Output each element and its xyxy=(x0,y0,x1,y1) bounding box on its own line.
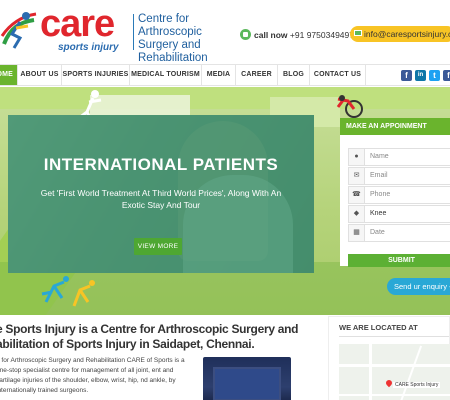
user-icon: ● xyxy=(349,149,365,165)
logo-tagline: sports injury xyxy=(58,42,119,53)
slide-title: INTERNATIONAL PATIENTS xyxy=(43,155,279,174)
logo-divider xyxy=(133,14,134,50)
nav-career[interactable]: CAREER xyxy=(236,65,278,85)
call-number[interactable]: +91 9750349497 xyxy=(290,30,354,40)
runners-silhouette-icon xyxy=(41,276,95,307)
cyclist-silhouette-icon xyxy=(336,95,363,118)
call-label: call now xyxy=(254,30,288,40)
email-placeholder[interactable]: Email xyxy=(370,168,388,184)
date-placeholder[interactable]: Date xyxy=(370,225,385,241)
map-road xyxy=(397,345,423,400)
logo-wordmark[interactable]: care xyxy=(40,2,115,46)
phone-placeholder[interactable]: Phone xyxy=(370,187,390,203)
injury-value[interactable]: Knee xyxy=(370,206,386,222)
nav-home[interactable]: HOME xyxy=(0,65,18,85)
intro-photo-screen xyxy=(213,367,281,400)
location-map[interactable]: CARE Sports Injury xyxy=(339,344,450,400)
mail-icon: ✉ xyxy=(349,168,365,184)
email-link[interactable]: info@caresportsinjury.co xyxy=(350,26,450,42)
site-header: care sports injury Centre for Arthroscop… xyxy=(0,0,450,64)
nav-medical-tourism[interactable]: MEDICAL TOURISM xyxy=(130,65,202,85)
map-road xyxy=(339,394,450,396)
logo-title: Centre for Arthroscopic Surgery and Reha… xyxy=(138,13,208,64)
phone-field[interactable]: ☎ Phone xyxy=(348,186,450,204)
email-address[interactable]: info@caresportsinjury.co xyxy=(364,29,450,39)
phone-icon: ☎ xyxy=(349,187,365,203)
hero-band xyxy=(0,87,450,109)
nav-sports-injuries[interactable]: SPORTS INJURIES xyxy=(62,65,130,85)
nav-about-us[interactable]: ABOUT US xyxy=(18,65,62,85)
facebook-icon[interactable]: f xyxy=(443,70,450,81)
slide-subtitle: Get 'First World Treatment At Third Worl… xyxy=(40,188,282,210)
nav-media[interactable]: MEDIA xyxy=(202,65,236,85)
date-field[interactable]: ▦ Date xyxy=(348,224,450,242)
twitter-icon[interactable]: t xyxy=(429,70,440,81)
nav-contact-us[interactable]: CONTACT US xyxy=(310,65,366,85)
map-road xyxy=(339,364,450,367)
mail-icon xyxy=(354,30,362,36)
runner-logo-icon xyxy=(0,12,37,49)
name-field[interactable]: ● Name xyxy=(348,148,450,166)
injury-select[interactable]: ◆ Knee xyxy=(348,205,450,223)
phone-icon xyxy=(240,29,251,40)
appointment-form: MAKE AN APPOINMENT ● Name ✉ Email ☎ Phon… xyxy=(340,118,450,267)
view-more-button[interactable]: VIEW MORE xyxy=(134,238,182,255)
main-nav: HOME ABOUT US SPORTS INJURIES MEDICAL TO… xyxy=(0,64,450,86)
name-placeholder[interactable]: Name xyxy=(370,149,389,165)
location-divider xyxy=(339,336,449,337)
map-pin-label[interactable]: CARE Sports Injury xyxy=(393,382,441,388)
enquiry-button[interactable]: Send ur enquiry - xyxy=(387,278,450,295)
map-road xyxy=(369,344,372,400)
hero-slide[interactable]: INTERNATIONAL PATIENTS Get 'First World … xyxy=(8,115,314,273)
appointment-title: MAKE AN APPOINMENT xyxy=(340,118,450,135)
intro-heading: e Sports Injury is a Centre for Arthrosc… xyxy=(0,322,299,351)
location-heading: WE ARE LOCATED AT xyxy=(339,323,418,332)
intro-photo xyxy=(203,357,291,400)
email-field[interactable]: ✉ Email xyxy=(348,167,450,185)
calendar-icon: ▦ xyxy=(349,225,365,241)
map-pin-icon[interactable] xyxy=(384,378,394,388)
submit-button[interactable]: SUBMIT xyxy=(348,254,450,267)
intro-body: e for Arthroscopic Surgery and Rehabilit… xyxy=(0,357,185,394)
linkedin-icon[interactable]: in xyxy=(415,70,426,81)
call-now[interactable]: call now +91 9750349497 xyxy=(240,29,354,40)
facebook-icon[interactable]: f xyxy=(401,70,412,81)
nav-blog[interactable]: BLOG xyxy=(278,65,310,85)
location-box: WE ARE LOCATED AT CARE Sports Injury xyxy=(328,316,450,400)
tag-icon: ◆ xyxy=(349,206,365,222)
